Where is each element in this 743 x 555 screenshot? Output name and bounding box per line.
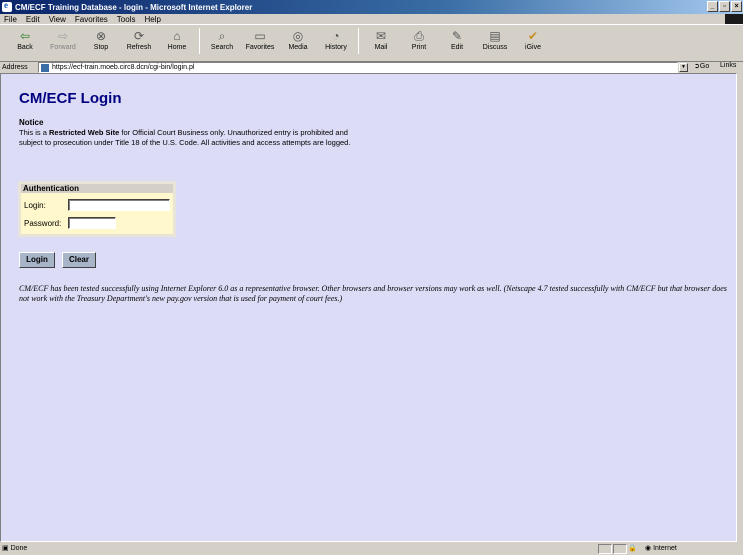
menu-tools[interactable]: Tools	[117, 15, 136, 24]
forward-arrow-icon: ⇨	[57, 29, 69, 43]
page-title: CM/ECF Login	[19, 90, 122, 107]
home-button[interactable]: ⌂ Home	[158, 28, 196, 51]
home-icon: ⌂	[173, 29, 181, 43]
go-button[interactable]: ➲Go	[694, 62, 709, 70]
address-dropdown-button[interactable]: ▼	[679, 63, 688, 72]
stop-icon: ⊗	[95, 29, 107, 43]
close-button[interactable]: ×	[731, 1, 742, 12]
favorites-button[interactable]: ▭ Favorites	[241, 28, 279, 51]
discuss-button[interactable]: ▤ Discuss	[476, 28, 514, 51]
window-title: CM/ECF Training Database - login - Micro…	[15, 2, 253, 12]
notice-heading: Notice	[19, 118, 44, 127]
address-input[interactable]: https://ecf-train.moeb.circ8.dcn/cgi-bin…	[38, 62, 678, 73]
menu-favorites[interactable]: Favorites	[75, 15, 108, 24]
back-button[interactable]: ⇦ Back	[6, 28, 44, 51]
menu-file[interactable]: File	[4, 15, 17, 24]
browser-window: CM/ECF Training Database - login - Micro…	[0, 0, 743, 555]
menu-edit[interactable]: Edit	[26, 15, 40, 24]
authentication-heading: Authentication	[21, 184, 173, 193]
refresh-icon: ⟳	[133, 29, 145, 43]
page-content: CM/ECF Login Notice This is a Restricted…	[0, 73, 737, 542]
search-icon: ⌕	[218, 28, 226, 43]
toolbar: ⇦ Back ⇨ Forward ⊗ Stop ⟳ Refresh ⌂ Home ⌕ Sea…	[0, 24, 743, 62]
forward-button[interactable]: ⇨ Forward	[44, 28, 82, 51]
edit-icon: ✎	[451, 29, 463, 43]
toolbar-divider	[358, 28, 359, 54]
toolbar-divider	[199, 28, 200, 54]
stop-button[interactable]: ⊗ Stop	[82, 28, 120, 51]
status-cell	[613, 544, 627, 554]
status-text: ▣ Done	[2, 545, 28, 552]
lock-icon: 🔒	[628, 545, 637, 552]
mail-icon: ✉	[375, 29, 387, 43]
mail-button[interactable]: ✉ Mail	[362, 28, 400, 51]
links-button[interactable]: Links	[720, 62, 736, 69]
login-label: Login:	[24, 201, 46, 210]
menu-help[interactable]: Help	[144, 15, 160, 24]
notice-text: This is a Restricted Web Site for Offici…	[19, 128, 351, 147]
menu-view[interactable]: View	[49, 15, 66, 24]
ie-logo-icon	[2, 0, 12, 12]
igive-button[interactable]: ✔ iGive	[514, 28, 552, 51]
status-cell	[598, 544, 612, 554]
favorites-icon: ▭	[254, 29, 266, 43]
browser-compatibility-note: CM/ECF has been tested successfully usin…	[19, 284, 727, 303]
title-bar: CM/ECF Training Database - login - Micro…	[0, 0, 743, 14]
login-button[interactable]: Login	[19, 252, 55, 268]
media-button[interactable]: ◎ Media	[279, 28, 317, 51]
back-arrow-icon: ⇦	[19, 29, 31, 43]
refresh-button[interactable]: ⟳ Refresh	[120, 28, 158, 51]
history-button[interactable]: ◔ History	[317, 28, 355, 51]
discuss-icon: ▤	[489, 29, 501, 43]
media-icon: ◎	[292, 29, 304, 43]
print-button[interactable]: ⎙ Print	[400, 28, 438, 52]
scrollbar-area	[737, 73, 743, 542]
minimize-button[interactable]: _	[707, 1, 718, 12]
maximize-button[interactable]: ▫	[719, 1, 730, 12]
search-button[interactable]: ⌕ Search	[203, 28, 241, 52]
print-icon: ⎙	[414, 28, 424, 43]
menu-bar: File Edit View Favorites Tools Help	[0, 14, 743, 24]
password-input[interactable]	[68, 217, 116, 229]
internet-zone: ◉ Internet	[645, 545, 677, 552]
status-bar: ▣ Done 🔒 ◉ Internet	[0, 542, 743, 555]
address-url: https://ecf-train.moeb.circ8.dcn/cgi-bin…	[52, 64, 195, 71]
clear-button[interactable]: Clear	[62, 252, 96, 268]
password-label: Password:	[24, 219, 62, 228]
address-label: Address	[2, 64, 28, 71]
authentication-panel: Authentication Login: Password:	[18, 181, 176, 237]
address-bar: Address https://ecf-train.moeb.circ8.dcn…	[0, 62, 743, 73]
login-input[interactable]	[68, 199, 170, 211]
windows-logo-icon	[725, 14, 743, 24]
page-icon	[41, 63, 49, 72]
igive-icon: ✔	[527, 29, 539, 43]
edit-button[interactable]: ✎ Edit	[438, 28, 476, 51]
history-icon: ◔	[332, 29, 340, 43]
